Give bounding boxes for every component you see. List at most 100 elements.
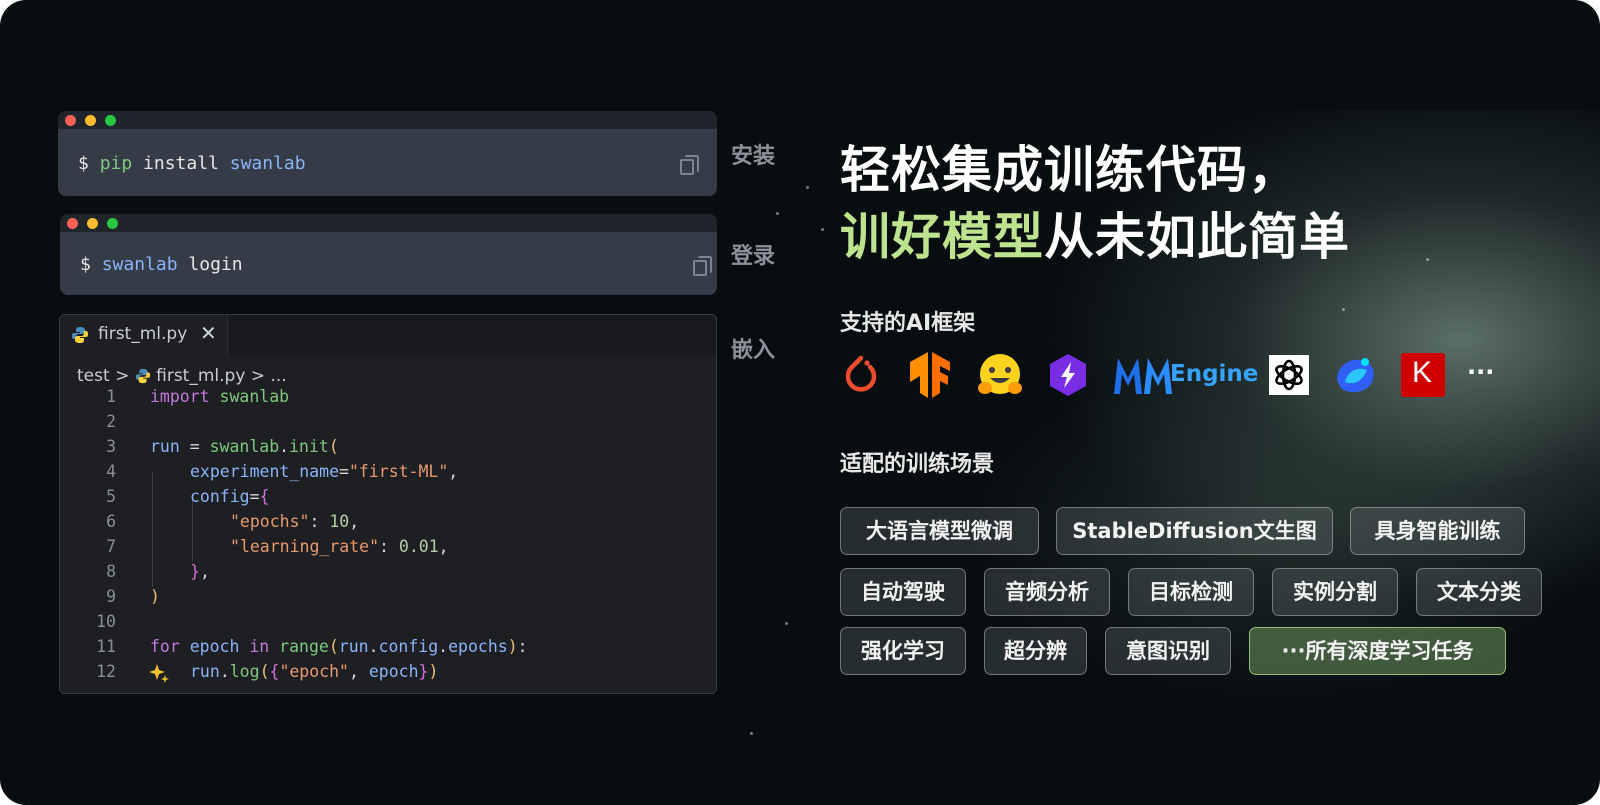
scenario-chip-all[interactable]: ···所有深度学习任务	[1249, 627, 1506, 675]
paren: (	[328, 637, 339, 656]
paren: )	[428, 662, 439, 681]
line-number: 1	[106, 387, 116, 406]
brace: {	[269, 662, 280, 681]
scenario-chip[interactable]: 目标检测	[1128, 568, 1254, 616]
string: "epochs"	[230, 512, 310, 531]
cmd-package: swanlab	[229, 153, 306, 174]
function: init	[289, 437, 329, 456]
paren: (	[328, 437, 339, 456]
close-icon[interactable]: ✕	[200, 321, 217, 345]
copy-icon[interactable]	[693, 256, 712, 276]
close-dot-icon[interactable]	[65, 115, 76, 126]
scenario-chip[interactable]: 具身智能训练	[1350, 507, 1525, 555]
step-label-embed: 嵌入	[731, 338, 776, 363]
cmd-pip: pip	[99, 153, 133, 174]
number: 0.01	[398, 537, 439, 556]
line-number: 8	[106, 562, 116, 581]
brace: }	[418, 662, 429, 681]
comma: ,	[448, 462, 459, 481]
paren: (	[259, 662, 270, 681]
comma: ,	[199, 562, 210, 581]
function: log	[229, 662, 260, 681]
line-number: 4	[106, 462, 116, 481]
star-dot	[1342, 308, 1345, 311]
scenario-chip[interactable]: 实例分割	[1272, 568, 1398, 616]
code-line-9: )	[150, 587, 160, 606]
headline-rest: 从未如此简单	[1044, 208, 1350, 266]
code-line-3: run = swanlab.init(	[150, 437, 339, 456]
cmd-login: login	[188, 254, 243, 275]
tab-first-ml[interactable]: first_ml.py ✕	[60, 315, 228, 355]
scenario-chip[interactable]: 自动驾驶	[840, 568, 966, 616]
operator: =	[339, 462, 349, 481]
scenario-chip[interactable]: 音频分析	[984, 568, 1110, 616]
login-terminal: $ swanlab login	[60, 214, 717, 295]
hero-banner: $ pip install swanlab 安装 $ swanlab login…	[0, 0, 1600, 805]
code-editor: first_ml.py ✕ test > first_ml.py > ... 1…	[59, 314, 717, 694]
breadcrumb-folder[interactable]: test	[77, 366, 110, 386]
keras-letter: K	[1412, 356, 1433, 389]
keyword: for	[150, 637, 180, 656]
mm-mark-icon	[1114, 358, 1172, 394]
terminal-titlebar	[60, 214, 717, 232]
tab-label: first_ml.py	[98, 324, 188, 344]
dot: .	[279, 437, 290, 456]
comma: ,	[348, 662, 369, 681]
colon: :	[379, 537, 399, 556]
install-terminal: $ pip install swanlab	[58, 111, 717, 196]
code-line-1: import swanlab	[150, 387, 289, 406]
line-number: 3	[106, 437, 116, 456]
headline-highlight: 训好模型	[840, 208, 1044, 266]
python-icon	[135, 368, 150, 384]
scenario-chip[interactable]: 强化学习	[840, 627, 966, 675]
pytorch-icon	[845, 355, 877, 392]
tensorflow-icon	[910, 352, 950, 398]
mmengine-text: Engine	[1170, 361, 1259, 387]
star-dot	[821, 228, 824, 231]
scenario-chip[interactable]: 文本分类	[1416, 568, 1542, 616]
minimize-dot-icon[interactable]	[85, 115, 96, 126]
line-number: 12	[96, 662, 116, 681]
variable: epoch	[368, 662, 419, 681]
breadcrumb-more[interactable]: ...	[270, 366, 286, 386]
minimize-dot-icon[interactable]	[87, 218, 98, 229]
breadcrumb-separator: >	[115, 366, 130, 386]
dot: .	[219, 662, 230, 681]
login-command: $ swanlab login	[80, 254, 243, 275]
string: "learning_rate"	[230, 537, 380, 556]
maximize-dot-icon[interactable]	[105, 115, 116, 126]
breadcrumb-file[interactable]: first_ml.py	[156, 366, 245, 386]
breadcrumb: test > first_ml.py > ...	[77, 365, 287, 386]
brace: }	[190, 562, 200, 581]
dot: .	[438, 637, 449, 656]
headline-line-2: 训好模型从未如此简单	[840, 197, 1350, 269]
function: range	[279, 637, 329, 656]
scenario-chip[interactable]: 超分辨	[984, 627, 1087, 675]
sparkle-icon[interactable]	[148, 662, 170, 684]
more-frameworks[interactable]: ···	[1467, 358, 1494, 386]
scenario-chip[interactable]: 意图识别	[1105, 627, 1231, 675]
copy-icon[interactable]	[680, 155, 699, 175]
star-dot	[806, 186, 809, 189]
lightning-icon	[1050, 354, 1086, 396]
python-icon	[72, 327, 88, 343]
argument: config	[190, 487, 250, 506]
star-dot	[785, 622, 788, 625]
close-dot-icon[interactable]	[67, 218, 78, 229]
line-number: 9	[106, 587, 116, 606]
breadcrumb-separator: >	[250, 366, 266, 386]
colon: :	[517, 637, 528, 656]
indent-guide	[152, 472, 153, 587]
attribute: config	[378, 637, 439, 656]
scenario-chip[interactable]: StableDiffusion文生图	[1056, 507, 1333, 555]
module: swanlab	[209, 437, 280, 456]
maximize-dot-icon[interactable]	[107, 218, 118, 229]
code-line-7: "learning_rate": 0.01,	[230, 537, 449, 556]
scenario-chip[interactable]: 大语言模型微调	[840, 507, 1039, 555]
mmengine-logo: Engine	[1112, 352, 1258, 398]
line-number: 11	[96, 637, 116, 656]
openai-icon	[1269, 355, 1309, 395]
step-label-login: 登录	[731, 244, 776, 269]
string: "first-ML"	[348, 462, 449, 481]
number: 10	[329, 512, 350, 531]
